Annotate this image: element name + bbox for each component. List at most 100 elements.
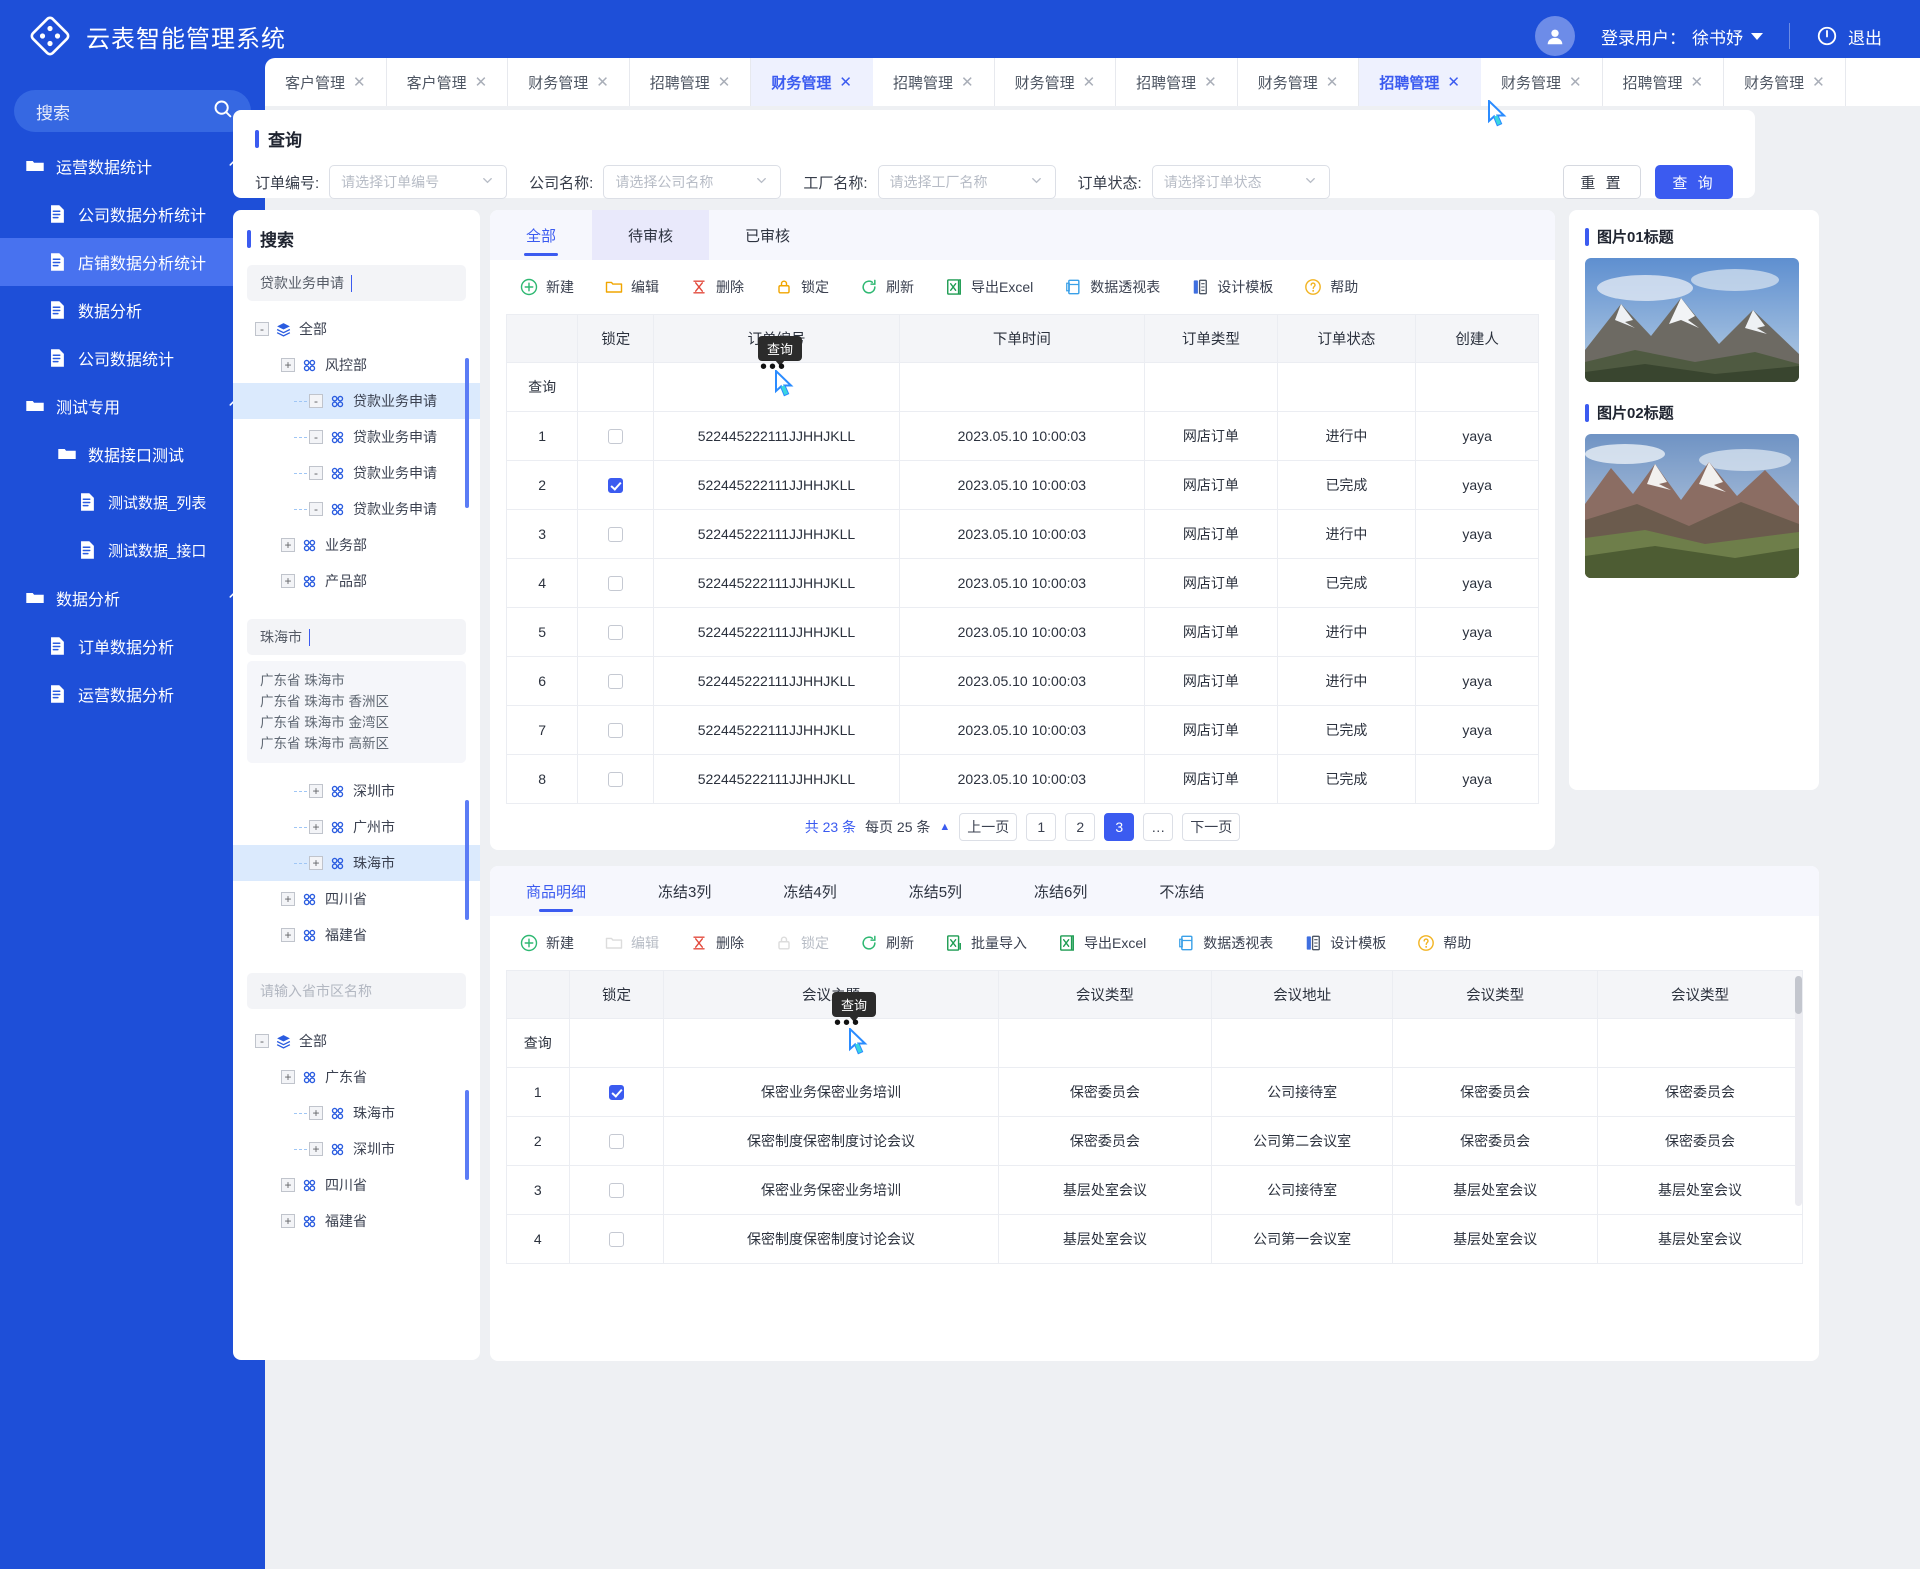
expand-icon[interactable]: + [309, 820, 323, 834]
tab-6[interactable]: 财务管理 ✕ [995, 58, 1117, 106]
tree-node[interactable]: - 全部 [247, 1023, 466, 1059]
toolbar-refresh-button[interactable]: 刷新 [848, 933, 925, 953]
tab-9[interactable]: 招聘管理 ✕ [1359, 58, 1481, 106]
logout-button[interactable]: 退出 [1816, 24, 1882, 49]
close-icon[interactable]: ✕ [475, 73, 488, 91]
toolbar-template-button[interactable]: 设计模板 [1292, 933, 1397, 953]
column-header-3[interactable]: 下单时间 [898, 314, 1146, 363]
table-row[interactable]: 4 522445222111JJHHJKLL 2023.05.10 10:00:03… [505, 558, 1539, 608]
toolbar-excel-button[interactable]: 导出Excel [1046, 933, 1157, 953]
row-lock-cell[interactable] [577, 411, 655, 461]
tab-8[interactable]: 财务管理 ✕ [1238, 58, 1360, 106]
tree-node[interactable]: + 福建省 [247, 917, 466, 953]
tree-node[interactable]: + 深圳市 [247, 773, 466, 809]
toolbar-pivot-button[interactable]: 数据透视表 [1165, 933, 1284, 953]
toolbar-pivot-button[interactable]: 数据透视表 [1052, 277, 1171, 297]
suggestion-item[interactable]: 广东省 珠海市 香洲区 [260, 691, 453, 712]
lock-checkbox[interactable] [608, 1183, 624, 1199]
toolbar-template-button[interactable]: 设计模板 [1179, 277, 1284, 297]
table-row[interactable]: 5 522445222111JJHHJKLL 2023.05.10 10:00:03… [505, 607, 1539, 657]
suggestion-item[interactable]: 广东省 珠海市 高新区 [260, 733, 453, 754]
toolbar-plus-circle-button[interactable]: 新建 [508, 277, 585, 297]
tree-node[interactable]: + 风控部 [247, 347, 466, 383]
filter-cell[interactable] [898, 362, 1146, 412]
tree-search-input-1[interactable]: 贷款业务申请 [247, 265, 466, 301]
close-icon[interactable]: ✕ [353, 73, 366, 91]
table-row[interactable]: 4 保密制度保密制度讨论会议 基层处室会议 公司第一会议室 基层处室会议 基层处室会议 [506, 1214, 1803, 1264]
lock-checkbox[interactable] [608, 1232, 624, 1248]
lock-checkbox[interactable] [608, 674, 624, 690]
expand-icon[interactable]: + [281, 538, 295, 552]
close-icon[interactable]: ✕ [839, 73, 852, 91]
expand-icon[interactable]: + [281, 1178, 295, 1192]
filter-cell[interactable] [997, 1018, 1213, 1068]
lock-checkbox[interactable] [608, 625, 624, 641]
collapse-icon[interactable]: - [309, 502, 323, 516]
collapse-icon[interactable]: - [255, 322, 269, 336]
collapse-icon[interactable]: - [309, 430, 323, 444]
table-row[interactable]: 7 522445222111JJHHJKLL 2023.05.10 10:00:03… [505, 705, 1539, 755]
expand-icon[interactable]: + [281, 1070, 295, 1084]
row-lock-cell[interactable] [577, 754, 655, 804]
filter-cell[interactable] [663, 1018, 999, 1068]
toolbar-refresh-button[interactable]: 刷新 [848, 277, 925, 297]
column-header-1[interactable]: 锁定 [568, 970, 665, 1019]
close-icon[interactable]: ✕ [596, 73, 609, 91]
panel-tab-5[interactable]: 不冻结 [1123, 866, 1240, 916]
filter-cell[interactable] [1415, 362, 1539, 412]
table-row[interactable]: 2 522445222111JJHHJKLL 2023.05.10 10:00:03… [505, 460, 1539, 510]
collapse-icon[interactable]: - [309, 394, 323, 408]
table-row[interactable]: 3 保密业务保密业务培训 基层处室会议 公司接待室 基层处室会议 基层处室会议 [506, 1165, 1803, 1215]
row-lock-cell[interactable] [577, 509, 655, 559]
page-…[interactable]: … [1143, 813, 1174, 841]
tree-node[interactable]: + 广州市 [247, 809, 466, 845]
tree-node[interactable]: - 贷款业务申请 [247, 455, 466, 491]
row-lock-cell[interactable] [577, 656, 655, 706]
sidebar-search-input[interactable]: 搜索 [14, 90, 251, 132]
column-header-0[interactable] [506, 970, 570, 1019]
close-icon[interactable]: ✕ [1691, 73, 1704, 91]
next-page-button[interactable]: 下一页 [1182, 813, 1241, 841]
lock-checkbox[interactable] [608, 1134, 624, 1150]
expand-icon[interactable]: + [281, 928, 295, 942]
row-lock-cell[interactable] [577, 607, 655, 657]
tree-node[interactable]: + 珠海市 [233, 845, 480, 881]
tab-0[interactable]: 客户管理 ✕ [265, 58, 387, 106]
toolbar-delete-button[interactable]: 删除 [678, 277, 755, 297]
table-row[interactable]: 1 保密业务保密业务培训 保密委员会 公司接待室 保密委员会 保密委员会 [506, 1067, 1803, 1117]
close-icon[interactable]: ✕ [1083, 73, 1096, 91]
column-header-1[interactable]: 锁定 [577, 314, 655, 363]
column-header-4[interactable]: 订单类型 [1144, 314, 1278, 363]
close-icon[interactable]: ✕ [1812, 73, 1825, 91]
tree-node[interactable]: - 贷款业务申请 [247, 491, 466, 527]
toolbar-excel-import-button[interactable]: 批量导入 [933, 933, 1038, 953]
filter-cell[interactable] [568, 1018, 665, 1068]
toolbar-delete-button[interactable]: 删除 [678, 933, 755, 953]
lock-checkbox[interactable] [608, 1085, 624, 1101]
tab-4[interactable]: 财务管理 ✕ [751, 58, 873, 106]
toolbar-lock-button[interactable]: 锁定 [763, 277, 840, 297]
panel-tab-3[interactable]: 冻结5列 [873, 866, 998, 916]
avatar[interactable] [1535, 16, 1575, 56]
tab-10[interactable]: 财务管理 ✕ [1481, 58, 1603, 106]
page-3[interactable]: 3 [1104, 813, 1135, 841]
column-header-5[interactable]: 会议类型 [1392, 970, 1599, 1019]
expand-icon[interactable]: + [281, 574, 295, 588]
row-lock-cell[interactable] [568, 1067, 665, 1117]
expand-icon[interactable]: + [281, 892, 295, 906]
tree-scrollbar-2[interactable] [465, 800, 469, 920]
filter-select[interactable]: 请选择工厂名称 [877, 165, 1056, 199]
expand-icon[interactable]: + [309, 1142, 323, 1156]
tree-node[interactable]: + 福建省 [247, 1203, 466, 1239]
expand-icon[interactable]: + [309, 856, 323, 870]
lock-checkbox[interactable] [608, 429, 624, 445]
details-table-scrollbar[interactable] [1795, 976, 1802, 1206]
expand-icon[interactable]: + [309, 1106, 323, 1120]
close-icon[interactable]: ✕ [718, 73, 731, 91]
tree-scrollbar-1[interactable] [465, 358, 469, 508]
prev-page-button[interactable]: 上一页 [959, 813, 1018, 841]
filter-select[interactable]: 请选择公司名称 [603, 165, 782, 199]
suggestion-item[interactable]: 广东省 珠海市 金湾区 [260, 712, 453, 733]
toolbar-help-button[interactable]: 帮助 [1292, 277, 1369, 297]
column-header-3[interactable]: 会议类型 [997, 970, 1213, 1019]
